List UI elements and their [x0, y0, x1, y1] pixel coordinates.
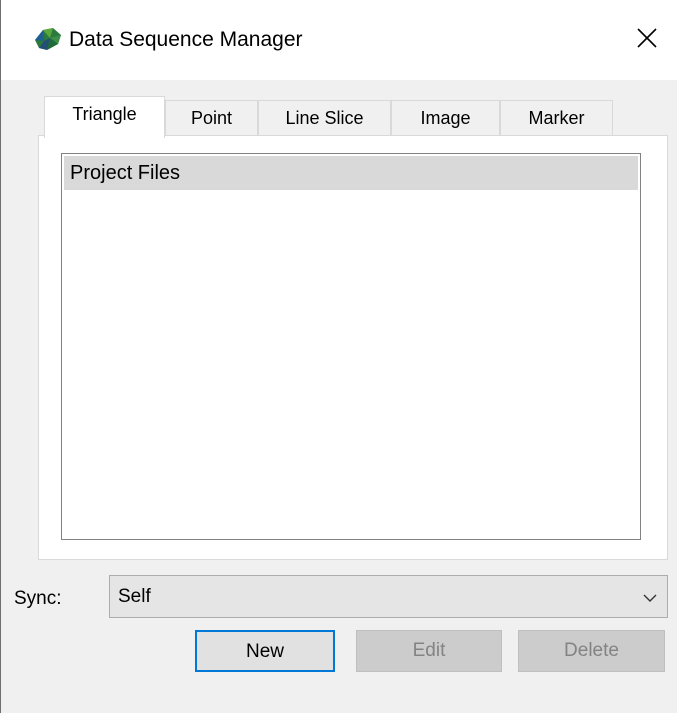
list-item-project-files[interactable]: Project Files: [64, 156, 638, 190]
tab-triangle[interactable]: Triangle: [44, 96, 165, 138]
close-button[interactable]: [617, 0, 677, 80]
tab-panel-triangle: Project Files: [38, 135, 668, 560]
edit-button[interactable]: Edit: [356, 630, 502, 672]
tab-image[interactable]: Image: [391, 100, 500, 136]
window-title: Data Sequence Manager: [69, 28, 303, 51]
tab-point[interactable]: Point: [165, 100, 258, 136]
chevron-down-icon: [643, 591, 657, 603]
close-icon: [636, 27, 658, 54]
data-sequence-manager-dialog: Data Sequence Manager Triangle Point Lin…: [0, 0, 677, 713]
sync-selected-value: Self: [118, 586, 151, 607]
tab-marker[interactable]: Marker: [500, 100, 613, 136]
sync-label: Sync:: [14, 588, 62, 609]
sync-dropdown[interactable]: Self: [109, 575, 668, 618]
title-bar[interactable]: Data Sequence Manager: [1, 0, 677, 80]
new-button[interactable]: New: [195, 630, 335, 672]
tab-line-slice[interactable]: Line Slice: [258, 100, 391, 136]
delete-button[interactable]: Delete: [518, 630, 665, 672]
colored-mesh-icon: [33, 26, 63, 52]
sequence-list[interactable]: Project Files: [61, 153, 641, 540]
